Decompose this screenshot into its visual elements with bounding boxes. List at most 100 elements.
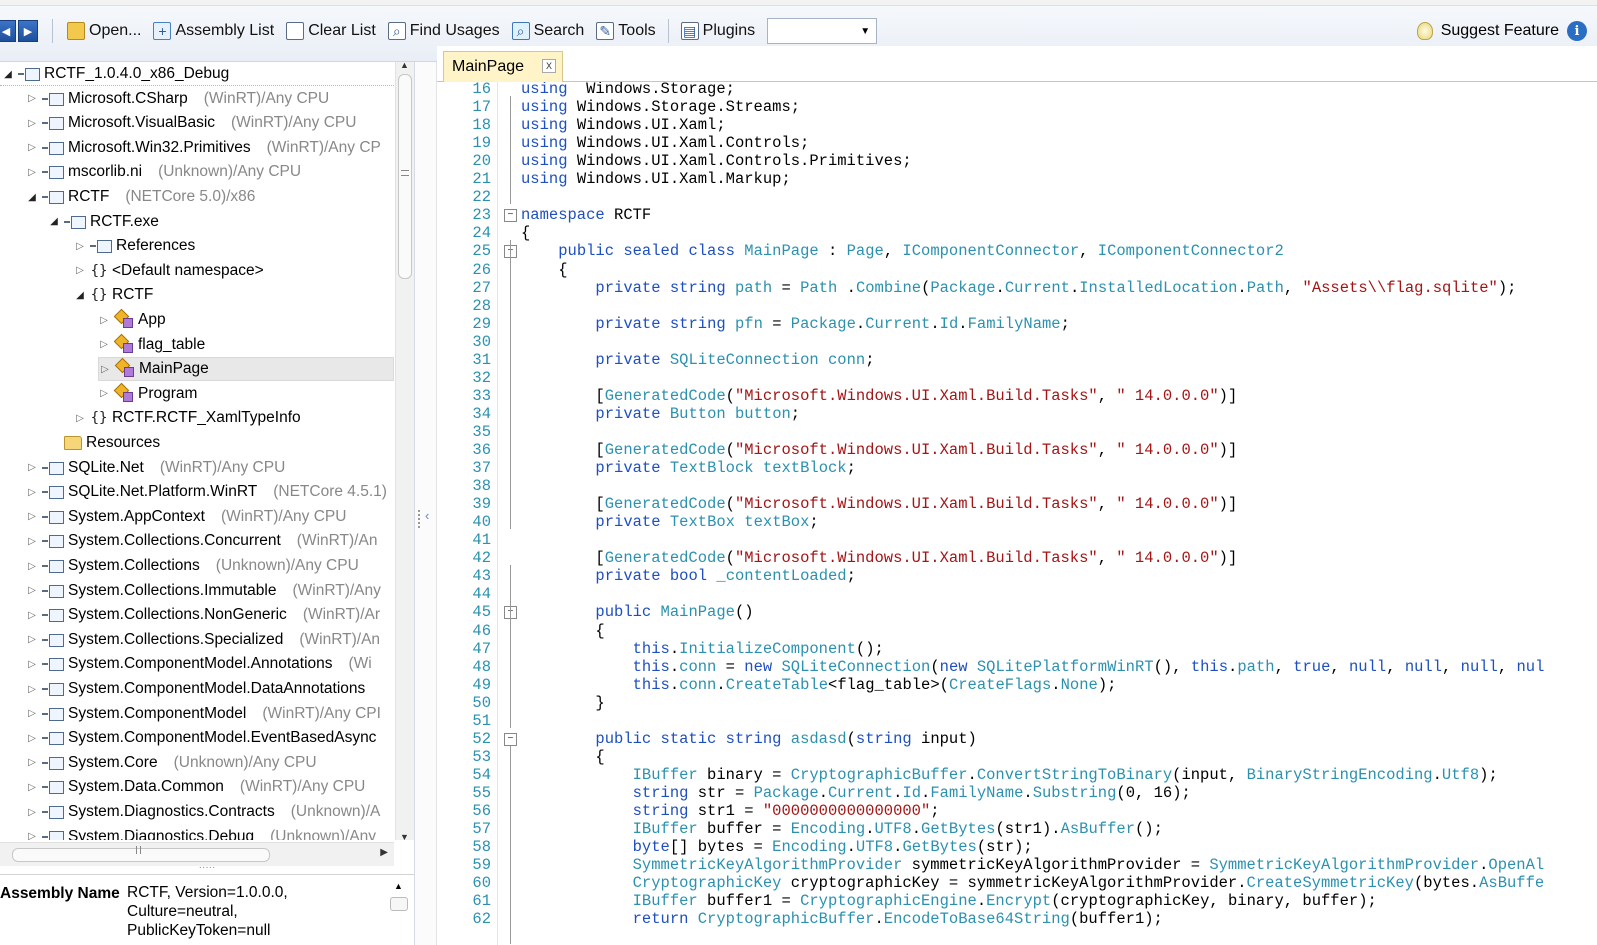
collapsed-arrow-icon[interactable]: ▷ bbox=[26, 536, 38, 547]
collapsed-arrow-icon[interactable]: ▷ bbox=[26, 118, 38, 129]
assembly-tree[interactable]: ◢ RCTF_1.0.4.0_x86_Debug ▷ Microsoft.CSha… bbox=[0, 62, 394, 840]
forward-button[interactable]: ▶ bbox=[18, 20, 38, 42]
line-number: 34 bbox=[472, 404, 491, 423]
scrollbar-thumb[interactable] bbox=[12, 848, 270, 862]
tree-node[interactable]: ▷ SQLite.Net.Platform.WinRT (NETCore 4.5.1… bbox=[26, 480, 387, 504]
assembly-list-button[interactable]: + Assembly List bbox=[147, 18, 280, 44]
tree-node[interactable]: ▷ System.Collections.NonGeneric (WinRT)/Ar bbox=[26, 603, 380, 627]
code-token: , bbox=[1330, 657, 1349, 676]
tree-node[interactable]: ▷ MainPage bbox=[98, 357, 394, 382]
tree-node[interactable]: ▷ Program bbox=[98, 382, 197, 406]
collapsed-arrow-icon[interactable]: ▷ bbox=[99, 364, 111, 375]
tree-node[interactable]: ▷ flag_table bbox=[98, 333, 205, 357]
tree-node[interactable]: ▷ SQLite.Net (WinRT)/Any CPU bbox=[26, 456, 285, 480]
pane-splitter[interactable]: ‹ bbox=[415, 62, 437, 945]
tree-node[interactable]: ▷ System.ComponentModel (WinRT)/Any CPI bbox=[26, 702, 381, 726]
tree-node[interactable]: ▷ System.Diagnostics.Debug (Unknown)/Any bbox=[26, 825, 376, 840]
collapsed-arrow-icon[interactable]: ▷ bbox=[26, 708, 38, 719]
collapsed-arrow-icon[interactable]: ▷ bbox=[26, 659, 38, 670]
collapsed-arrow-icon[interactable]: ▷ bbox=[26, 561, 38, 572]
collapsed-arrow-icon[interactable]: ▷ bbox=[26, 634, 38, 645]
back-button[interactable]: ◀ bbox=[0, 20, 16, 42]
collapsed-arrow-icon[interactable]: ▷ bbox=[26, 733, 38, 744]
collapsed-arrow-icon[interactable]: ▷ bbox=[26, 142, 38, 153]
info-icon[interactable]: i bbox=[1567, 21, 1587, 41]
info-scrollbar[interactable]: ▲ bbox=[388, 877, 410, 945]
collapsed-arrow-icon[interactable]: ▷ bbox=[26, 684, 38, 695]
collapsed-arrow-icon[interactable]: ▷ bbox=[74, 241, 86, 252]
tools-button[interactable]: ✎ Tools bbox=[590, 18, 661, 44]
scroll-up-icon[interactable]: ▲ bbox=[400, 60, 409, 70]
collapsed-arrow-icon[interactable]: ▷ bbox=[26, 462, 38, 473]
find-usages-button[interactable]: ⌕ Find Usages bbox=[382, 18, 506, 44]
code-editor[interactable]: 16 using Windows.Storage; 17 using Windows.… bbox=[437, 82, 1597, 945]
clear-list-button[interactable]: Clear List bbox=[280, 18, 382, 44]
scroll-right-icon[interactable]: ▶ bbox=[380, 847, 388, 858]
open-button[interactable]: Open... bbox=[61, 18, 147, 44]
scrollbar-thumb[interactable] bbox=[390, 897, 408, 911]
tree-root-node[interactable]: ◢ RCTF_1.0.4.0_x86_Debug bbox=[2, 62, 229, 86]
collapse-region-icon[interactable]: − bbox=[504, 209, 517, 223]
tab-mainpage[interactable]: MainPage X bbox=[443, 51, 563, 82]
collapsed-arrow-icon[interactable]: ▷ bbox=[26, 585, 38, 596]
suggest-feature-button[interactable]: Suggest Feature i bbox=[1416, 16, 1587, 46]
collapsed-arrow-icon[interactable]: ▷ bbox=[26, 511, 38, 522]
tree-node[interactable]: ◢ RCTF.exe bbox=[48, 210, 159, 234]
close-icon[interactable]: X bbox=[542, 59, 556, 73]
code-token: buffer1 = bbox=[697, 892, 801, 911]
tree-horizontal-scrollbar[interactable]: ▶ bbox=[0, 842, 394, 866]
tree-node[interactable]: ▷ Microsoft.Win32.Primitives (WinRT)/Any C… bbox=[26, 136, 381, 160]
collapsed-arrow-icon[interactable]: ▷ bbox=[26, 782, 38, 793]
toolbar-dropdown[interactable]: ▼ bbox=[767, 18, 878, 44]
tree-node[interactable]: ▷ System.Collections (Unknown)/Any CPU bbox=[26, 554, 359, 578]
collapsed-arrow-icon[interactable]: ▷ bbox=[74, 413, 86, 424]
collapsed-arrow-icon[interactable]: ▷ bbox=[26, 167, 38, 178]
collapsed-arrow-icon[interactable]: ▷ bbox=[74, 265, 86, 276]
expanded-arrow-icon[interactable]: ◢ bbox=[74, 290, 86, 301]
tree-node[interactable]: ▷ References bbox=[74, 234, 195, 258]
code-token: Windows.UI.Xaml.Markup; bbox=[567, 170, 791, 189]
tree-node[interactable]: ▷ System.ComponentModel.Annotations (Wi bbox=[26, 652, 372, 676]
collapsed-arrow-icon[interactable]: ▷ bbox=[26, 93, 38, 104]
code-token: " 14.0.0.0" bbox=[1116, 495, 1219, 514]
tree-node[interactable]: ▷ System.Collections.Concurrent (WinRT)/An bbox=[26, 529, 377, 553]
collapsed-arrow-icon[interactable]: ▷ bbox=[26, 487, 38, 498]
tree-node[interactable]: ▷ App bbox=[98, 308, 166, 332]
tree-node[interactable]: ▷ System.Data.Common (WinRT)/Any CPU bbox=[26, 775, 365, 799]
tree-vertical-scrollbar[interactable]: ▲ ▼ bbox=[395, 60, 414, 842]
tree-node[interactable]: ◢ {} RCTF bbox=[74, 283, 153, 307]
tree-node[interactable]: ▷ {} <Default namespace> bbox=[74, 259, 264, 283]
collapse-region-icon[interactable]: − bbox=[504, 732, 517, 746]
search-button[interactable]: ⌕ Search bbox=[506, 18, 591, 44]
tree-node[interactable]: ▷ System.ComponentModel.DataAnnotations bbox=[26, 677, 365, 701]
collapsed-arrow-icon[interactable]: ▷ bbox=[98, 339, 110, 350]
collapsed-arrow-icon[interactable]: ▷ bbox=[26, 831, 38, 840]
code-token: , bbox=[1497, 657, 1517, 676]
tree-node[interactable]: ▷ mscorlib.ni (Unknown)/Any CPU bbox=[26, 160, 301, 184]
tree-node[interactable]: Resources bbox=[48, 431, 160, 455]
scroll-up-icon[interactable]: ▲ bbox=[394, 881, 403, 891]
tree-node[interactable]: ▷ System.Core (Unknown)/Any CPU bbox=[26, 751, 316, 775]
scrollbar-thumb[interactable] bbox=[398, 74, 412, 279]
tree-node[interactable]: ▷ System.ComponentModel.EventBasedAsync bbox=[26, 726, 376, 750]
tree-node[interactable]: ▷ Microsoft.VisualBasic (WinRT)/Any CPU bbox=[26, 111, 356, 135]
collapse-chevron-icon[interactable]: ‹ bbox=[425, 508, 429, 523]
expanded-arrow-icon[interactable]: ◢ bbox=[2, 69, 14, 80]
collapsed-arrow-icon[interactable]: ▷ bbox=[26, 807, 38, 818]
collapsed-arrow-icon[interactable]: ▷ bbox=[26, 757, 38, 768]
plugins-button[interactable]: ▤ Plugins bbox=[675, 18, 761, 44]
collapsed-arrow-icon[interactable]: ▷ bbox=[98, 315, 110, 326]
scroll-down-icon[interactable]: ▼ bbox=[400, 832, 409, 842]
tree-node[interactable]: ▷ {} RCTF.RCTF_XamlTypeInfo bbox=[74, 406, 301, 430]
expanded-arrow-icon[interactable]: ◢ bbox=[26, 192, 38, 203]
collapsed-arrow-icon[interactable]: ▷ bbox=[98, 388, 110, 399]
expanded-arrow-icon[interactable]: ◢ bbox=[48, 216, 60, 227]
tree-node[interactable]: ◢ RCTF (NETCore 5.0)/x86 bbox=[26, 185, 255, 209]
panel-splitter-handle[interactable]: ····· bbox=[0, 863, 414, 874]
tree-node[interactable]: ▷ System.Collections.Specialized (WinRT)/A… bbox=[26, 628, 380, 652]
collapsed-arrow-icon[interactable]: ▷ bbox=[26, 610, 38, 621]
tree-node[interactable]: ▷ System.AppContext (WinRT)/Any CPU bbox=[26, 505, 346, 529]
tree-node[interactable]: ▷ System.Diagnostics.Contracts (Unknown)/A bbox=[26, 800, 380, 824]
tree-node[interactable]: ▷ Microsoft.CSharp (WinRT)/Any CPU bbox=[26, 87, 329, 111]
tree-node[interactable]: ▷ System.Collections.Immutable (WinRT)/Any bbox=[26, 579, 381, 603]
